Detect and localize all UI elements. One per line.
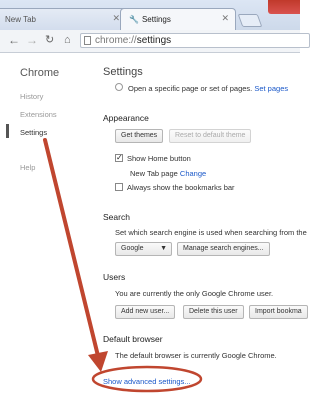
add-user-button[interactable]: Add new user...: [115, 305, 176, 319]
page-title: Settings: [103, 66, 143, 78]
manage-search-engines-button[interactable]: Manage search engines...: [177, 242, 270, 256]
page-icon: [84, 36, 91, 45]
show-home-checkbox[interactable]: ✓: [115, 154, 123, 162]
import-bookmarks-button[interactable]: Import bookma: [249, 305, 308, 319]
sidebar-item-extensions[interactable]: Extensions: [20, 110, 57, 119]
new-tab-button[interactable]: [237, 14, 263, 27]
sidebar-selection-marker: [6, 124, 9, 138]
wrench-icon: 🔧: [129, 15, 139, 24]
sidebar-item-help[interactable]: Help: [20, 163, 35, 172]
show-advanced-settings-link[interactable]: Show advanced settings...: [103, 377, 191, 386]
url-path: settings: [136, 35, 172, 46]
tab-new-tab[interactable]: New Tab ✕: [0, 8, 127, 30]
search-engine-select[interactable]: Google ▼: [115, 242, 172, 256]
search-engine-value: Google: [121, 245, 144, 252]
forward-arrow-icon[interactable]: →: [26, 33, 38, 47]
sidebar-item-settings[interactable]: Settings: [20, 128, 47, 137]
users-heading: Users: [103, 272, 126, 282]
search-description: Set which search engine is used when sea…: [115, 228, 307, 237]
reset-theme-button[interactable]: Reset to default theme: [169, 129, 252, 143]
set-pages-link[interactable]: Set pages: [254, 84, 288, 93]
toolbar: ← → ↻ ⌂ chrome://settings: [0, 30, 310, 53]
address-bar[interactable]: chrome://settings: [80, 33, 310, 48]
startup-radio-label: Open a specific page or set of pages.: [128, 84, 253, 93]
users-description: You are currently the only Google Chrome…: [115, 289, 274, 298]
close-icon[interactable]: ✕: [112, 13, 120, 24]
bookmarks-bar-label: Always show the bookmarks bar: [127, 183, 235, 192]
default-browser-description: The default browser is currently Google …: [115, 351, 277, 360]
url-scheme: chrome://: [95, 35, 137, 46]
tab-settings[interactable]: 🔧 Settings ✕: [120, 8, 236, 30]
search-heading: Search: [103, 212, 130, 222]
new-tab-page-label: New Tab page: [130, 169, 178, 178]
settings-main: Settings Open a specific page or set of …: [103, 52, 308, 394]
dropdown-arrow-icon: ▼: [160, 245, 167, 252]
tab-strip: New Tab ✕ 🔧 Settings ✕: [0, 0, 300, 31]
appearance-heading: Appearance: [103, 113, 149, 123]
new-tab-page-row: New Tab page Change: [130, 169, 206, 178]
delete-user-button[interactable]: Delete this user: [183, 305, 244, 319]
bookmarks-bar-checkbox[interactable]: [115, 183, 123, 191]
tab-label: Settings: [141, 15, 171, 24]
show-home-label: Show Home button: [127, 154, 191, 163]
tab-label: New Tab: [5, 15, 36, 24]
get-themes-button[interactable]: Get themes: [115, 129, 164, 143]
sidebar-title: Chrome: [20, 67, 60, 79]
window-close-button[interactable]: [268, 0, 300, 14]
sidebar-item-history[interactable]: History: [20, 92, 43, 101]
close-icon[interactable]: ✕: [221, 13, 229, 24]
back-arrow-icon[interactable]: ←: [8, 33, 20, 47]
default-browser-heading: Default browser: [103, 334, 163, 344]
startup-option: Open a specific page or set of pages. Se…: [128, 84, 288, 93]
home-icon[interactable]: ⌂: [64, 33, 71, 47]
change-link[interactable]: Change: [180, 169, 206, 178]
startup-radio[interactable]: [115, 83, 123, 91]
annotation-arrow-line: [43, 138, 101, 362]
reload-icon[interactable]: ↻: [45, 33, 54, 47]
